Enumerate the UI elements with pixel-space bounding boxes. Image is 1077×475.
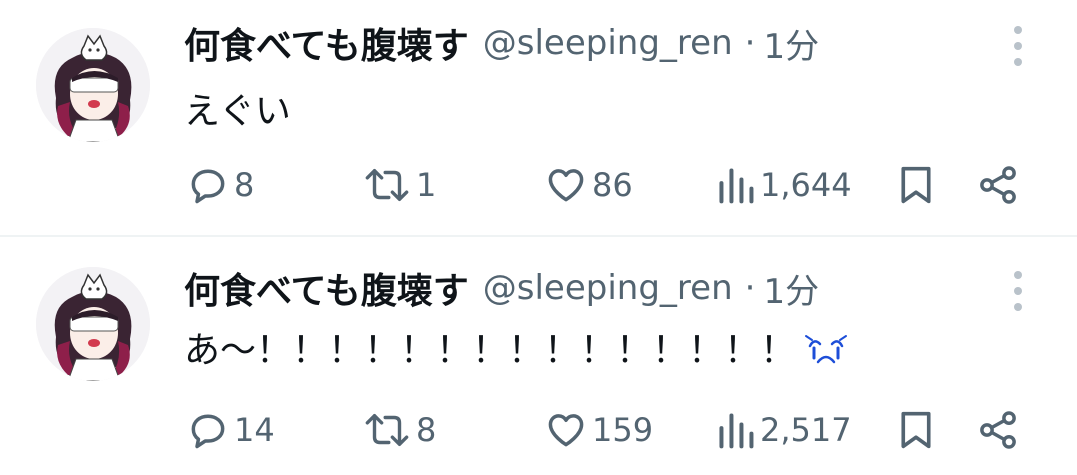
heart-icon (548, 169, 584, 202)
retweet-count: 1 (416, 166, 437, 204)
display-name[interactable]: 何食べても腹壊す (184, 17, 469, 69)
display-name[interactable]: 何食べても腹壊す (184, 262, 469, 314)
share-button[interactable] (976, 160, 1020, 210)
tweet-text: あ〜！！！！！！！！！！！！！！！ (184, 321, 848, 375)
avatar[interactable] (36, 267, 150, 381)
timestamp[interactable]: 1分 (763, 19, 819, 68)
reply-count: 8 (234, 166, 255, 204)
separator-dot: · (744, 23, 756, 63)
bookmark-icon (901, 411, 931, 449)
analytics-icon (719, 413, 754, 449)
share-icon (980, 166, 1016, 204)
views-button[interactable]: 1,644 (716, 160, 852, 210)
user-handle[interactable]: @sleeping_ren (483, 23, 733, 63)
reply-icon (191, 414, 225, 449)
heart-icon (548, 414, 584, 447)
like-button[interactable]: 159 (544, 405, 653, 455)
more-options-icon[interactable] (1008, 26, 1028, 66)
retweet-icon (365, 414, 409, 446)
share-button[interactable] (976, 405, 1020, 455)
action-bar: 8 1 86 1,644 (0, 160, 1077, 210)
view-count: 2,517 (760, 411, 852, 449)
bookmark-button[interactable] (896, 160, 936, 210)
timestamp[interactable]: 1分 (763, 264, 819, 313)
like-count: 86 (592, 166, 633, 204)
avatar[interactable] (36, 28, 150, 142)
action-bar: 14 8 159 2,517 (0, 405, 1077, 455)
retweet-button[interactable]: 1 (362, 160, 436, 210)
retweet-icon (365, 169, 409, 201)
tweet-text-content: あ〜！！！！！！！！！！！！！！！ (184, 330, 797, 371)
bookmark-icon (901, 166, 931, 204)
like-button[interactable]: 86 (544, 160, 633, 210)
timeline: 何食べても腹壊す @sleeping_ren · 1分 えぐい 8 1 86 1… (0, 0, 1077, 475)
separator-dot: · (744, 268, 756, 308)
tweet-header: 何食べても腹壊す @sleeping_ren · 1分 (184, 263, 819, 313)
bookmark-button[interactable] (896, 405, 936, 455)
user-handle[interactable]: @sleeping_ren (483, 268, 733, 308)
reply-icon (191, 169, 225, 204)
tweet[interactable]: 何食べても腹壊す @sleeping_ren · 1分 あ〜！！！！！！！！！！… (0, 237, 1077, 475)
reply-button[interactable]: 8 (186, 160, 254, 210)
crying-face-icon (804, 330, 848, 375)
share-icon (980, 411, 1016, 449)
view-count: 1,644 (760, 166, 852, 204)
like-count: 159 (592, 411, 654, 449)
retweet-button[interactable]: 8 (362, 405, 436, 455)
reply-button[interactable]: 14 (186, 405, 275, 455)
views-button[interactable]: 2,517 (716, 405, 852, 455)
tweet-text: えぐい (184, 91, 291, 132)
more-options-icon[interactable] (1008, 271, 1028, 311)
analytics-icon (719, 168, 754, 204)
retweet-count: 8 (416, 411, 437, 449)
reply-count: 14 (234, 411, 275, 449)
tweet[interactable]: 何食べても腹壊す @sleeping_ren · 1分 えぐい 8 1 86 1… (0, 0, 1077, 237)
tweet-header: 何食べても腹壊す @sleeping_ren · 1分 (184, 18, 819, 68)
